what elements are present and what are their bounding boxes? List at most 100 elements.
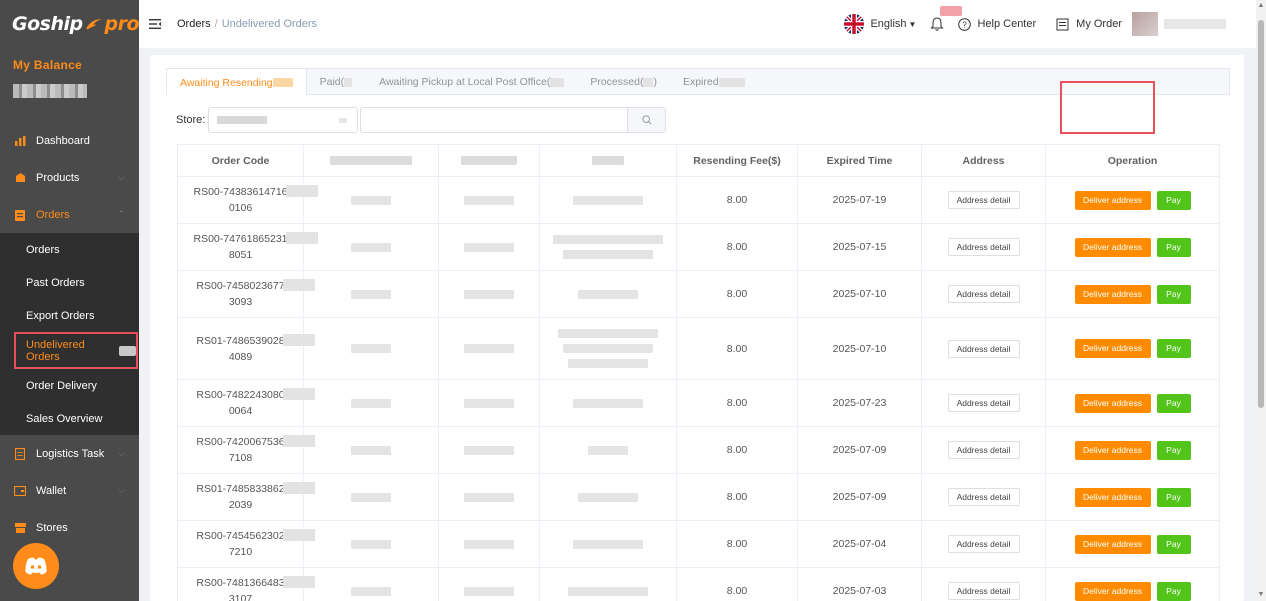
my-order-label: My Order (1076, 18, 1122, 30)
sidebar-item-dashboard[interactable]: Dashboard (0, 122, 139, 159)
user-name-redacted[interactable] (1164, 19, 1226, 29)
breadcrumb-root[interactable]: Orders (177, 18, 211, 30)
avatar[interactable] (1132, 12, 1158, 36)
caret-down-icon: ▼ (908, 19, 917, 29)
scroll-up-icon[interactable]: ▲ (1257, 2, 1265, 10)
logo-swoosh-icon (85, 19, 102, 30)
submenu-item-orders[interactable]: Orders (0, 233, 139, 266)
address-detail-button[interactable]: Address detail (947, 535, 1020, 553)
scroll-thumb[interactable] (1258, 20, 1264, 408)
submenu-item-order-delivery[interactable]: Order Delivery (0, 369, 139, 402)
store-select[interactable] (208, 107, 359, 133)
redacted-cell (539, 473, 677, 521)
redacted-cell (438, 567, 540, 601)
pay-button[interactable]: Pay (1156, 190, 1191, 210)
address-detail-button[interactable]: Address detail (947, 394, 1020, 412)
deliver-address-button[interactable]: Deliver address (1074, 284, 1151, 304)
order-code-line1: RS01-7486539028 (196, 334, 285, 347)
deliver-address-button[interactable]: Deliver address (1074, 190, 1151, 210)
expired-time-cell: 2025-07-09 (797, 473, 922, 521)
redacted-cell (303, 567, 439, 601)
pay-button[interactable]: Pay (1156, 440, 1191, 460)
breadcrumb-separator: / (214, 18, 218, 30)
sidebar-item-products[interactable]: Products ⌵ (0, 159, 139, 196)
address-detail-button[interactable]: Address detail (947, 582, 1020, 600)
notification-badge-redacted (940, 6, 963, 16)
breadcrumb-current: Undelivered Orders (221, 18, 318, 30)
deliver-address-button[interactable]: Deliver address (1074, 487, 1151, 507)
sidebar-item-logistics-task[interactable]: Logistics Task ⌵ (0, 435, 139, 472)
page-scrollbar[interactable]: ▲ ▼ (1256, 0, 1266, 601)
redacted-cell (303, 379, 439, 427)
task-icon (14, 447, 26, 460)
deliver-address-button[interactable]: Deliver address (1074, 581, 1151, 601)
search-button[interactable] (628, 107, 667, 133)
undelivered-orders-table: Order Code Resending Fee($) Expired Time… (177, 144, 1220, 601)
table-row: RS00-7454562302 7210 8.00 2025-07-04 Address… (177, 520, 1220, 568)
notifications-button[interactable] (930, 6, 963, 31)
discord-button[interactable] (13, 543, 59, 589)
pay-button[interactable]: Pay (1156, 237, 1191, 257)
submenu-item-sales-overview[interactable]: Sales Overview (0, 402, 139, 435)
pay-button[interactable]: Pay (1156, 393, 1191, 413)
redacted-cell (303, 520, 439, 568)
address-detail-button[interactable]: Address detail (947, 191, 1020, 209)
deliver-address-button[interactable]: Deliver address (1074, 440, 1151, 460)
deliver-address-button[interactable]: Deliver address (1074, 339, 1151, 358)
sidebar-item-orders[interactable]: Orders ⌃ (0, 196, 139, 233)
scroll-down-icon[interactable]: ▼ (1257, 591, 1265, 599)
address-cell: Address detail (921, 223, 1046, 271)
tab-label-close: ) (653, 76, 657, 88)
sidebar-item-wallet[interactable]: Wallet ⌵ (0, 472, 139, 509)
sidebar-item-stores[interactable]: Stores (0, 509, 139, 546)
language-selector[interactable]: English ▼ (844, 14, 916, 34)
resending-fee-cell: 8.00 (676, 426, 798, 474)
count-badge-redacted (119, 345, 136, 356)
sidebar-item-label: Dashboard (36, 134, 90, 147)
logo[interactable]: Goship pro (0, 0, 139, 48)
deliver-address-button[interactable]: Deliver address (1074, 534, 1151, 554)
operation-cell: Deliver address Pay (1045, 520, 1220, 568)
pay-button[interactable]: Pay (1156, 534, 1191, 554)
pay-button[interactable]: Pay (1156, 487, 1191, 507)
tab-label: Processed( (590, 76, 644, 88)
pay-button[interactable]: Pay (1156, 284, 1191, 304)
order-code-redacted (285, 185, 318, 197)
chevron-down-icon: ⌵ (118, 485, 125, 495)
pay-button[interactable]: Pay (1156, 339, 1191, 358)
balance-label: My Balance (13, 58, 83, 72)
th-redacted (438, 144, 540, 177)
address-detail-button[interactable]: Address detail (947, 441, 1020, 459)
tab-processed[interactable]: Processed() (577, 69, 670, 95)
address-detail-button[interactable]: Address detail (947, 285, 1020, 303)
tab-awaiting-resending[interactable]: Awaiting Resending (167, 69, 307, 96)
address-detail-button[interactable]: Address detail (947, 488, 1020, 506)
order-code-line2: 7210 (228, 546, 253, 558)
order-code-redacted (282, 482, 315, 494)
submenu-item-past-orders[interactable]: Past Orders (0, 266, 139, 299)
address-detail-button[interactable]: Address detail (947, 339, 1020, 358)
filter-row: Store: (176, 107, 667, 133)
menu-collapse-icon[interactable] (149, 18, 161, 30)
deliver-address-button[interactable]: Deliver address (1074, 393, 1151, 413)
tab-expired[interactable]: Expired (670, 69, 758, 95)
store-label: Store: (176, 114, 206, 126)
deliver-address-button[interactable]: Deliver address (1074, 237, 1151, 257)
tab-awaiting-pickup[interactable]: Awaiting Pickup at Local Post Office( (365, 69, 577, 95)
my-order-link[interactable]: My Order (1056, 18, 1122, 31)
order-list-icon (1056, 18, 1069, 30)
submenu-item-undelivered-orders[interactable]: Undelivered Orders (14, 332, 138, 369)
address-detail-button[interactable]: Address detail (947, 238, 1020, 256)
chevron-up-icon: ⌃ (117, 209, 125, 219)
operation-cell: Deliver address Pay (1045, 223, 1220, 271)
tab-paid[interactable]: Paid( (307, 69, 366, 95)
submenu-item-export-orders[interactable]: Export Orders (0, 299, 139, 332)
order-code-redacted (282, 576, 315, 588)
status-tabs: Awaiting Resending Paid( Awaiting Pickup… (166, 68, 1230, 96)
search-input[interactable] (360, 107, 629, 133)
resending-fee-cell: 8.00 (676, 176, 798, 224)
sidebar-menu: Dashboard Products ⌵ Orders ⌃ Orders Pas… (0, 122, 139, 546)
pay-button[interactable]: Pay (1156, 581, 1191, 601)
redacted-cell (303, 270, 439, 318)
help-center-link[interactable]: ? Help Center (958, 17, 1036, 31)
